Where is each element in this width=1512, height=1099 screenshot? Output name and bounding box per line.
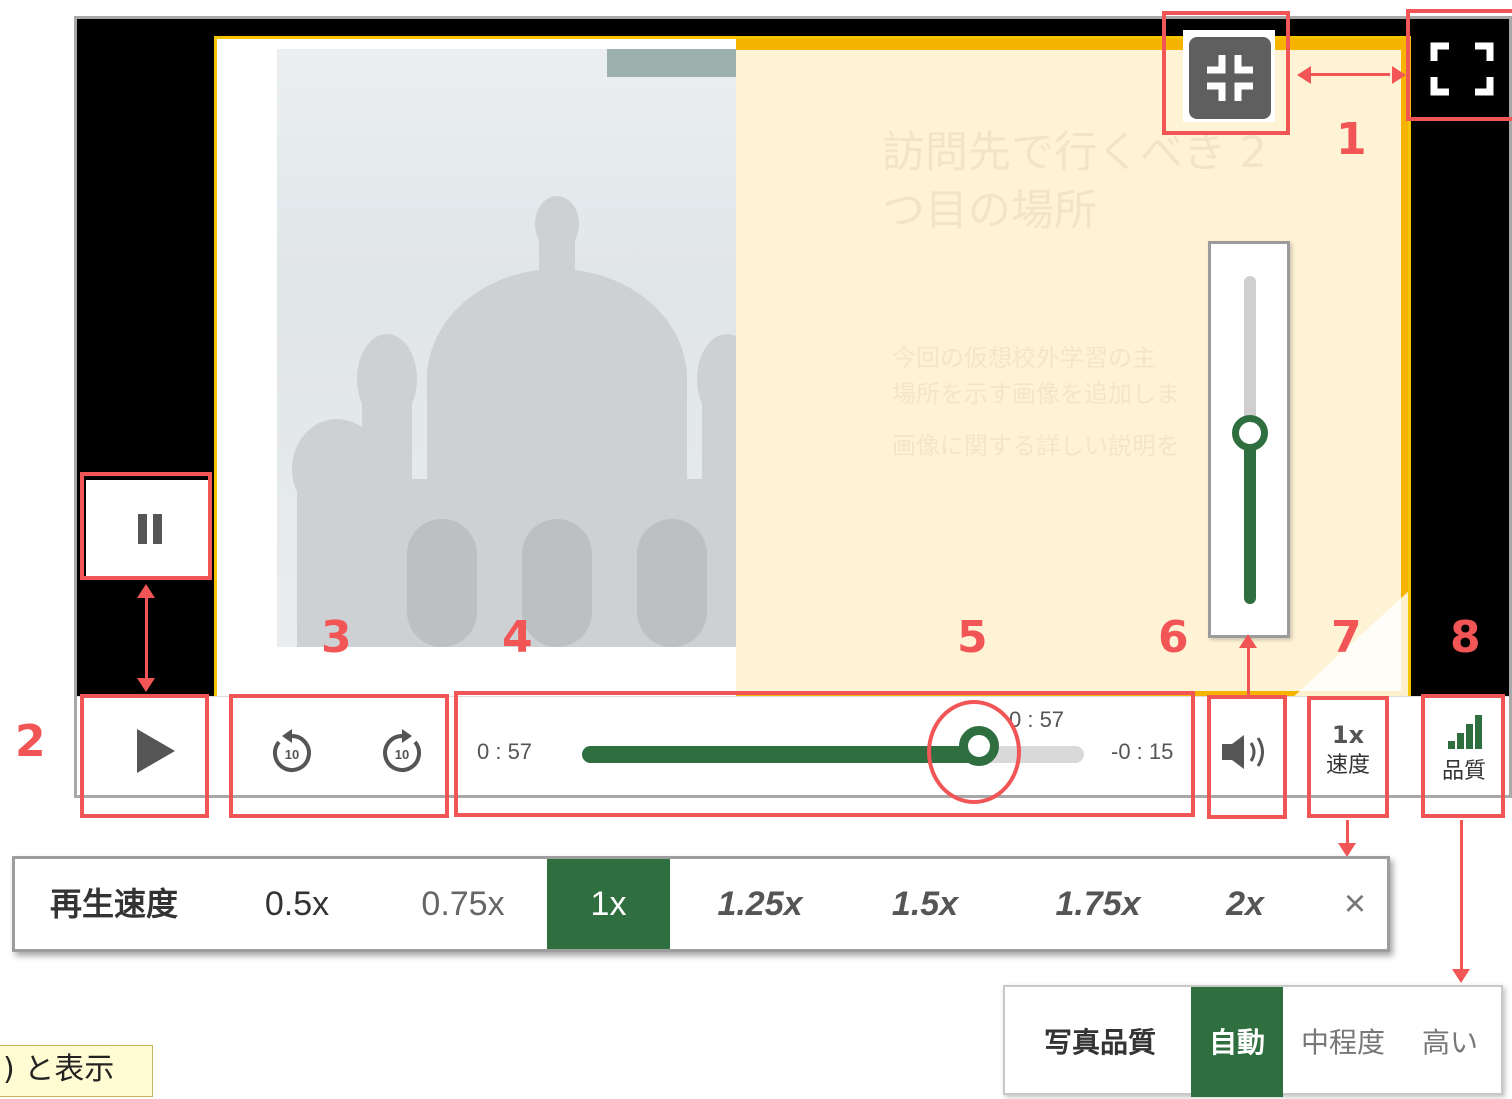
volume-handle[interactable] <box>1232 415 1268 452</box>
annotation-arrow-tip <box>137 584 155 598</box>
caption-fragment: ) と表示 <box>0 1045 153 1097</box>
volume-track[interactable] <box>1232 276 1268 604</box>
annotation-circle-seek-handle <box>927 700 1021 804</box>
annotation-arrow-tip <box>1452 969 1470 983</box>
annotation-arrow <box>1460 820 1463 970</box>
speed-option-2x[interactable]: 2x <box>1205 859 1285 949</box>
annotation-arrow <box>1247 646 1250 696</box>
annotation-arrow <box>1310 73 1390 76</box>
speed-menu-label: 再生速度 <box>50 885 179 923</box>
annotation-box-skip <box>229 694 449 818</box>
annotation-arrow <box>145 598 148 678</box>
speed-option-0.5x[interactable]: 0.5x <box>237 859 357 949</box>
photo-quality-menu: 写真品質 自動 中程度 高い <box>1003 985 1503 1097</box>
annotation-box-pause <box>80 472 212 580</box>
annotation-number: 5 <box>957 612 988 663</box>
annotation-arrow <box>1346 820 1349 844</box>
playback-speed-menu: 再生速度 0.5x 0.75x 1x 1.25x 1.5x 1.75x 2x × <box>12 856 1390 952</box>
annotation-number: 1 <box>1336 114 1367 165</box>
annotation-number: 4 <box>502 612 533 663</box>
annotation-arrow-tip <box>1392 66 1406 84</box>
quality-option-medium[interactable]: 中程度 <box>1293 987 1393 1097</box>
close-icon[interactable]: × <box>1325 859 1385 949</box>
annotation-box-play <box>80 694 209 818</box>
volume-slider-popup <box>1208 241 1290 638</box>
speed-option-1x[interactable]: 1x <box>547 859 670 949</box>
volume-level <box>1244 433 1256 604</box>
quality-menu-label: 写真品質 <box>1043 1026 1156 1059</box>
annotation-box-exit-fullscreen <box>1162 11 1290 135</box>
media-player: 訪問先で行くべき 2 つ目の場所 今回の仮想校外学習の主 場所を示す画像を追加し… <box>74 16 1512 798</box>
annotation-box-fullscreen <box>1406 9 1512 121</box>
speed-option-1.25x[interactable]: 1.25x <box>695 859 825 949</box>
annotation-number: 7 <box>1331 612 1362 663</box>
annotation-box-seekbar <box>454 691 1195 817</box>
annotation-arrow-tip <box>137 678 155 692</box>
annotation-arrow-tip <box>1239 634 1257 648</box>
annotation-number: 6 <box>1158 612 1189 663</box>
speed-option-0.75x[interactable]: 0.75x <box>398 859 528 949</box>
slide-title: 訪問先で行くべき 2 つ目の場所 <box>882 128 1268 236</box>
annotation-box-volume <box>1207 695 1287 819</box>
annotation-arrow-tip <box>1297 66 1311 84</box>
speed-option-1.75x[interactable]: 1.75x <box>1033 859 1163 949</box>
annotation-number: 2 <box>15 716 46 767</box>
annotation-arrow-tip <box>1338 843 1356 857</box>
quality-option-auto[interactable]: 自動 <box>1191 987 1283 1097</box>
annotation-number: 8 <box>1450 612 1481 663</box>
quality-option-high[interactable]: 高い <box>1410 987 1490 1097</box>
annotation-number: 3 <box>321 612 352 663</box>
annotation-box-quality <box>1421 694 1505 818</box>
speed-option-1.5x[interactable]: 1.5x <box>870 859 980 949</box>
annotation-box-speed <box>1307 696 1389 818</box>
